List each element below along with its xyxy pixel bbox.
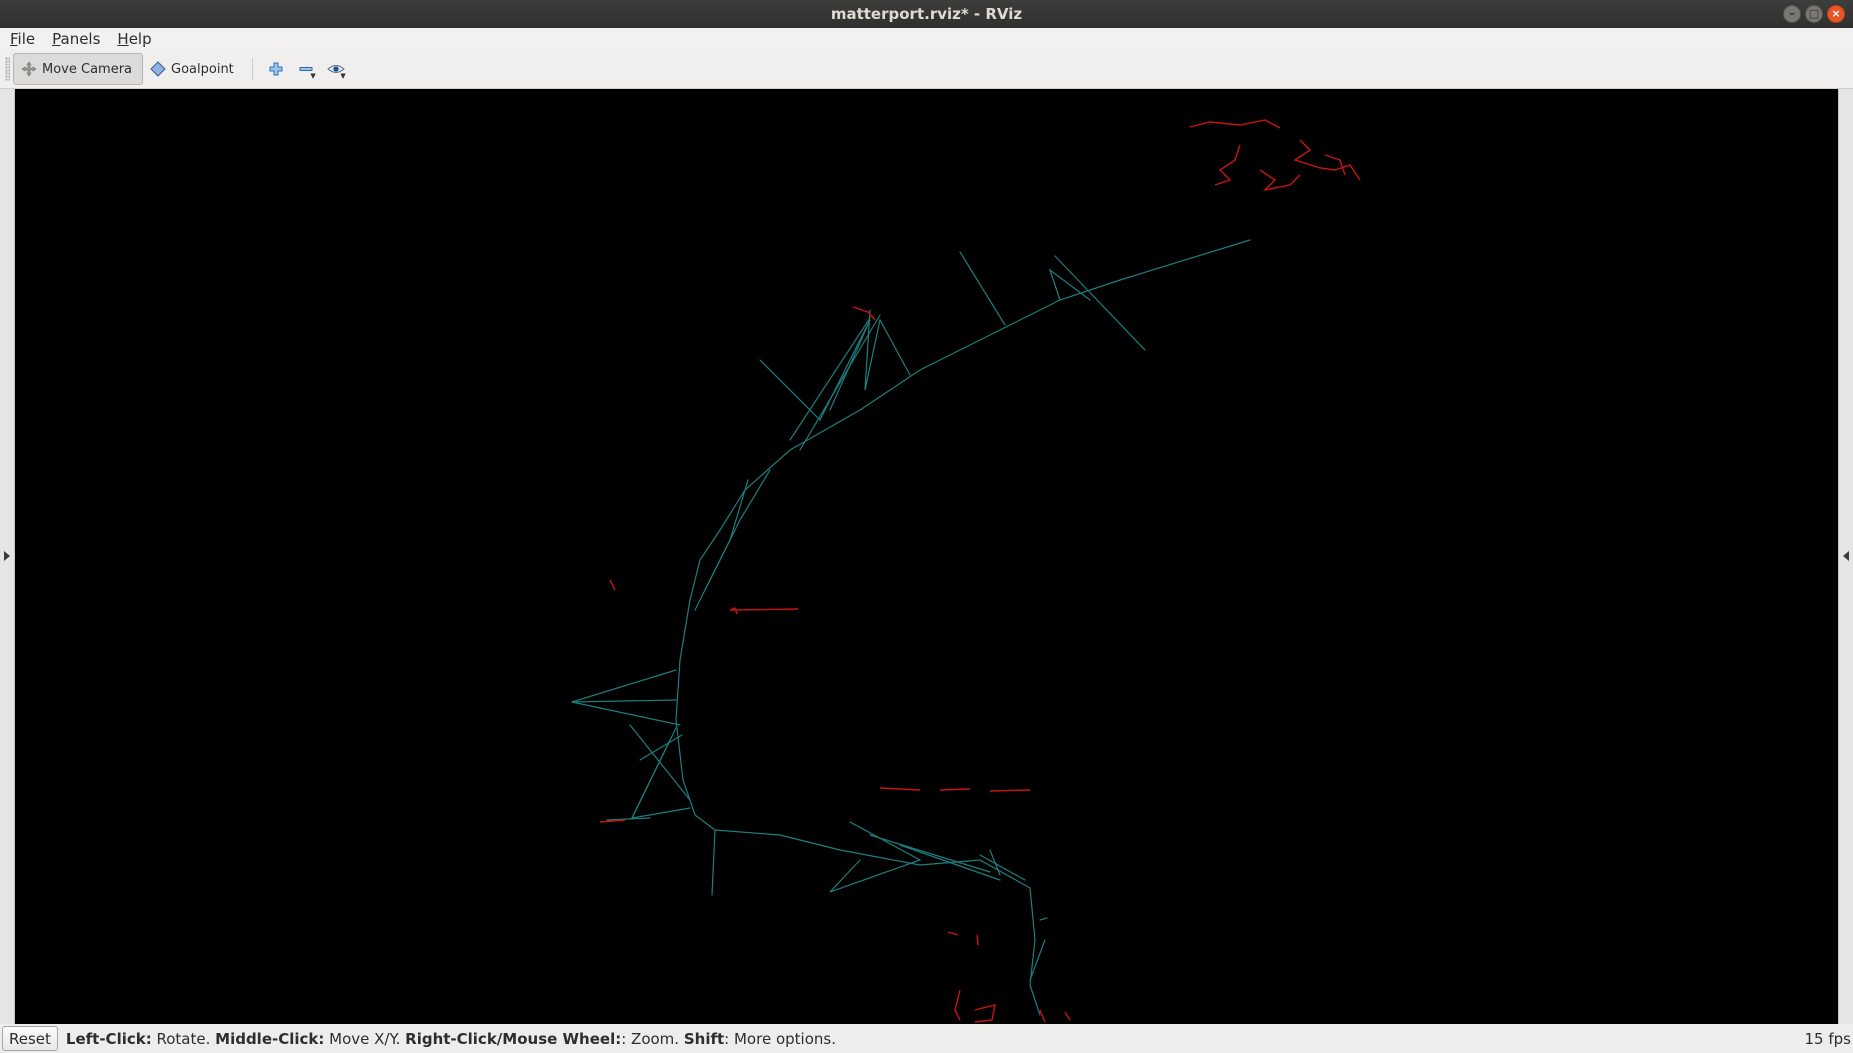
menu-file-label: ile xyxy=(17,30,36,48)
point-cloud-segment xyxy=(976,934,979,946)
trajectory-segment xyxy=(759,319,871,422)
add-tool-button[interactable] xyxy=(261,54,291,84)
move-camera-icon xyxy=(20,60,38,78)
point-cloud-segment xyxy=(852,306,876,321)
point-cloud-segment xyxy=(954,989,961,1021)
status-bar: Reset Left-Click: Rotate. Middle-Click: … xyxy=(0,1024,1853,1053)
trajectory-segment xyxy=(639,734,683,761)
window-controls: – □ × xyxy=(1783,5,1845,23)
hint-action: Rotate. xyxy=(151,1029,216,1048)
trajectory-segment xyxy=(675,239,1251,1016)
move-camera-tool[interactable]: Move Camera xyxy=(13,53,144,85)
hint-action: : More options. xyxy=(724,1029,836,1048)
trajectory-segment xyxy=(631,807,691,819)
tools-toolbar: Move Camera Goalpoint ▼ ▼ xyxy=(0,50,1853,89)
expand-left-arrow-icon xyxy=(4,551,10,561)
trajectory-segment xyxy=(606,817,651,821)
menu-file-mnemonic: F xyxy=(10,30,18,48)
trajectory-segment xyxy=(959,251,1006,326)
point-cloud-segment xyxy=(939,788,971,791)
point-cloud-segment xyxy=(1324,154,1346,176)
point-cloud-segment xyxy=(729,607,738,615)
window-titlebar: matterport.rviz* - RViz – □ × xyxy=(0,0,1853,28)
menu-panels-mnemonic: P xyxy=(52,30,61,48)
point-cloud-segment xyxy=(1259,169,1301,192)
trajectory-segment xyxy=(571,699,677,703)
expand-right-arrow-icon xyxy=(1843,551,1849,561)
hint-action: Move X/Y. xyxy=(324,1029,406,1048)
menu-help-mnemonic: H xyxy=(117,30,129,48)
point-cloud-segment xyxy=(1064,1011,1071,1021)
point-cloud-segment xyxy=(609,579,616,591)
trajectory-segment xyxy=(571,701,681,726)
point-cloud-segment xyxy=(974,1004,996,1023)
trajectory-segment xyxy=(1039,917,1048,921)
remove-tool-button[interactable]: ▼ xyxy=(291,54,321,84)
trajectory-segment xyxy=(694,469,771,611)
minimize-icon[interactable]: – xyxy=(1783,5,1801,23)
right-dock-collapse-handle[interactable] xyxy=(1838,89,1853,1024)
point-cloud-segment xyxy=(947,931,959,936)
window-title: matterport.rviz* - RViz xyxy=(830,5,1023,23)
point-cloud-segment xyxy=(729,608,799,611)
menu-panels[interactable]: Panels xyxy=(42,30,107,48)
trajectory-segment xyxy=(711,829,716,896)
plus-icon xyxy=(269,62,283,76)
point-cloud-segment xyxy=(1214,144,1241,186)
point-cloud-segment xyxy=(879,787,921,791)
close-icon[interactable]: × xyxy=(1827,5,1845,23)
trajectory-segment xyxy=(799,314,881,451)
fps-counter: 15 fps xyxy=(1804,1030,1851,1048)
hint-action: : Zoom. xyxy=(621,1029,684,1048)
menu-help[interactable]: Help xyxy=(107,30,158,48)
trajectory-segment xyxy=(869,834,991,873)
trajectory-segment xyxy=(571,669,677,703)
interaction-hint: Left-Click: Rotate. Middle-Click: Move X… xyxy=(66,1030,836,1048)
chevron-down-icon: ▼ xyxy=(310,72,316,80)
view-tool-button[interactable]: ▼ xyxy=(321,54,351,84)
menu-help-label: elp xyxy=(128,30,152,48)
chevron-down-icon: ▼ xyxy=(340,72,346,80)
maximize-icon[interactable]: □ xyxy=(1805,5,1823,23)
trajectory-segment xyxy=(789,317,871,441)
move-camera-label: Move Camera xyxy=(42,61,133,77)
goalpoint-label: Goalpoint xyxy=(171,61,234,77)
left-dock-collapse-handle[interactable] xyxy=(0,89,15,1024)
menu-bar: File Panels Help xyxy=(0,28,1853,50)
hint-key: Shift xyxy=(683,1029,725,1048)
trajectory-segment xyxy=(864,309,911,391)
render-viewport-3d[interactable] xyxy=(15,89,1838,1024)
hint-key: Middle-Click: xyxy=(215,1029,325,1048)
scene-canvas xyxy=(571,119,1361,1023)
point-cloud-segment xyxy=(989,789,1031,792)
trajectory-segment xyxy=(989,849,1001,876)
trajectory-segment xyxy=(979,854,1026,881)
toolbar-grip[interactable] xyxy=(5,57,10,81)
reset-button[interactable]: Reset xyxy=(2,1026,58,1051)
menu-file[interactable]: File xyxy=(0,30,42,48)
menu-panels-label: anels xyxy=(60,30,101,48)
hint-key: Right-Click/Mouse Wheel: xyxy=(405,1029,622,1048)
point-cloud-segment xyxy=(1293,139,1361,181)
goalpoint-tool[interactable]: Goalpoint xyxy=(143,54,244,84)
point-cloud-segment xyxy=(1189,119,1281,129)
trajectory-segment xyxy=(1054,255,1146,351)
trajectory-graph xyxy=(571,239,1251,1016)
trajectory-segment xyxy=(1048,268,1091,301)
toolbar-separator xyxy=(251,58,253,80)
goalpoint-icon xyxy=(149,60,167,78)
point-cloud-segment xyxy=(1039,1009,1046,1023)
point-cloud-segment xyxy=(599,819,626,823)
hint-key: Left-Click: xyxy=(65,1029,152,1048)
